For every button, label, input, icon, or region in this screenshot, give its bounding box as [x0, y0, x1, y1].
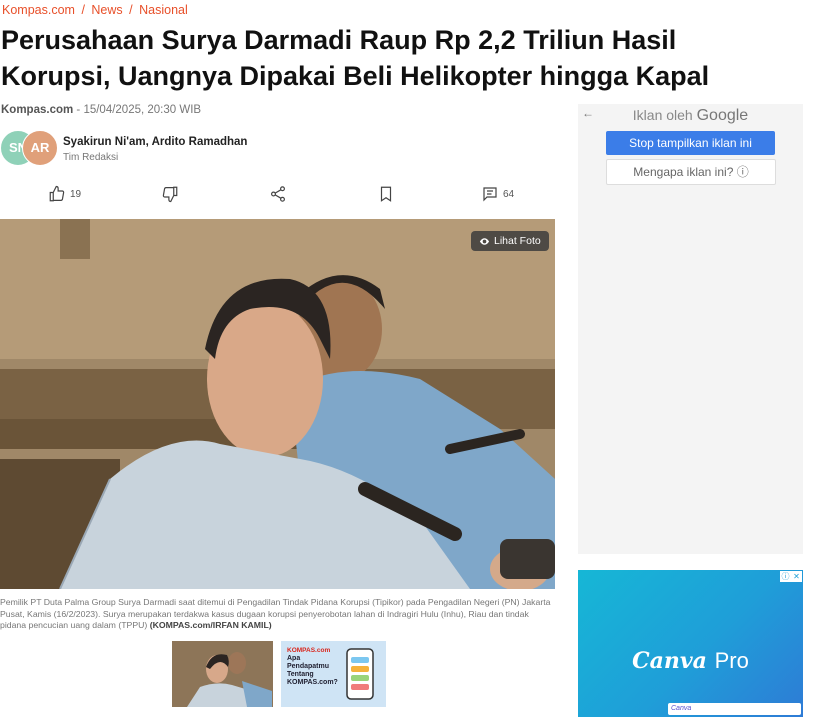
caption-text: Pemilik PT Duta Palma Group Surya Darmad…	[0, 597, 551, 631]
why-ad-button[interactable]: Mengapa iklan ini? ⓘ	[606, 159, 776, 185]
ad-close-icon[interactable]: ✕	[791, 571, 802, 582]
author-avatars[interactable]: SN AR	[0, 130, 60, 166]
bookmark-icon	[380, 186, 392, 202]
view-photo-button[interactable]: Lihat Foto	[471, 231, 549, 251]
view-photo-label: Lihat Foto	[494, 235, 541, 247]
eye-icon	[479, 237, 490, 245]
publish-datetime: - 15/04/2025, 20:30 WIB	[73, 104, 202, 116]
canva-product: Pro	[714, 648, 749, 673]
breadcrumb-separator: /	[129, 3, 133, 17]
ad-attribution: Iklan oleh Google	[578, 107, 803, 125]
like-count: 19	[70, 188, 82, 200]
thumbnail-image	[172, 641, 273, 707]
breadcrumb-separator: /	[81, 3, 85, 17]
ad-info-icon[interactable]: ⓘ	[780, 571, 791, 582]
canva-ad-footer: Canva	[668, 703, 801, 715]
breadcrumb-site[interactable]: Kompas.com	[2, 3, 75, 17]
photo-credit: (KOMPAS.com/IRFAN KAMIL)	[149, 620, 272, 631]
related-thumbnail[interactable]	[172, 641, 273, 707]
promo-brand: KOMPAS.com	[287, 647, 331, 654]
article-actions: 19 64	[0, 183, 555, 207]
promo-line1: Apa Pendapatmu	[287, 655, 330, 670]
breadcrumb: Kompas.com / News / Nasional	[2, 3, 188, 17]
author-names[interactable]: Syakirun Ni'am, Ardito Ramadhan	[63, 136, 247, 148]
share-icon	[271, 186, 285, 202]
promo-text: KOMPAS.com Apa Pendapatmu Tentang KOMPAS…	[287, 647, 343, 687]
bookmark-button[interactable]	[377, 183, 395, 205]
survey-promo-thumbnail[interactable]: KOMPAS.com Apa Pendapatmu Tentang KOMPAS…	[281, 641, 386, 707]
ad-choices[interactable]: ⓘ ✕	[780, 571, 802, 582]
breadcrumb-news[interactable]: News	[91, 3, 122, 17]
avatar[interactable]: AR	[22, 130, 58, 166]
comment-button[interactable]: 64	[481, 183, 514, 205]
canva-logo: Canva Pro	[578, 648, 803, 674]
phone-illustration-icon	[346, 648, 374, 700]
google-logo: Google	[696, 107, 749, 124]
thumbs-down-icon	[162, 186, 178, 203]
dislike-button[interactable]	[161, 183, 179, 205]
like-button[interactable]: 19	[48, 183, 81, 205]
comment-icon	[483, 187, 497, 202]
article-meta: Kompas.com - 15/04/2025, 20:30 WIB	[1, 104, 201, 116]
article-photo[interactable]	[0, 219, 555, 589]
author-team: Tim Redaksi	[63, 152, 119, 163]
courtroom-photo	[0, 219, 555, 589]
article-title: Perusahaan Surya Darmadi Raup Rp 2,2 Tri…	[1, 25, 710, 91]
promo-line2: Tentang	[287, 671, 314, 678]
comment-count: 64	[503, 188, 515, 200]
stop-ad-button[interactable]: Stop tampilkan iklan ini	[606, 131, 775, 155]
canva-ad[interactable]	[578, 570, 803, 717]
promo-line3: KOMPAS.com?	[287, 679, 338, 686]
share-button[interactable]	[269, 183, 287, 205]
ad-by-prefix: Iklan oleh	[632, 107, 693, 123]
source-name[interactable]: Kompas.com	[1, 104, 73, 116]
breadcrumb-nasional[interactable]: Nasional	[139, 3, 188, 17]
canva-brand: Canva	[632, 648, 707, 674]
thumbs-up-icon	[49, 185, 65, 202]
photo-caption: Pemilik PT Duta Palma Group Surya Darmad…	[0, 597, 555, 632]
